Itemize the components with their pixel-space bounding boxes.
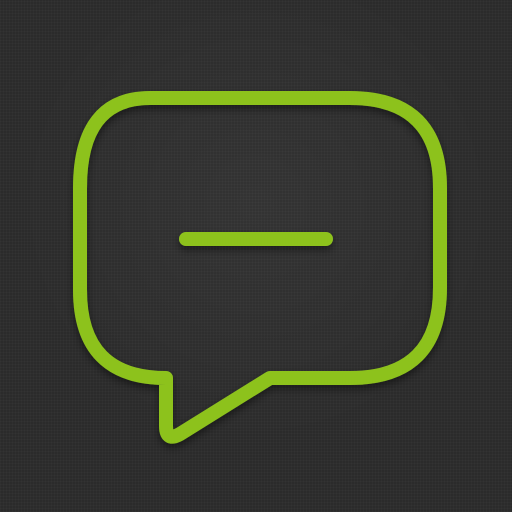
speech-bubble-outline xyxy=(73,91,447,444)
chat-bubble-minus-icon xyxy=(73,91,447,444)
app-icon-background xyxy=(0,0,512,512)
